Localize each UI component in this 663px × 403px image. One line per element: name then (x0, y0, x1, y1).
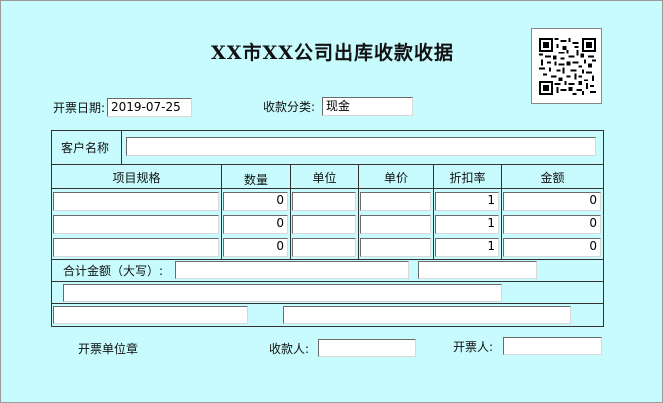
row2-price-field[interactable] (360, 215, 431, 234)
row1-spec-field[interactable] (53, 192, 219, 211)
row1-amount-field[interactable]: 0 (503, 192, 601, 211)
total-number-field[interactable] (418, 261, 537, 279)
column-header-price: 单价 (383, 171, 408, 185)
receipt-form: XX市XX公司出库收款收据 开票日期: 2019-07-25 收款分类: 现金 … (0, 0, 663, 403)
remark-field[interactable] (63, 284, 502, 302)
row1-price-field[interactable] (360, 192, 431, 211)
total-label: 合计金额（大写）: (63, 264, 164, 278)
table-border-bottom (51, 326, 604, 327)
column-header-qty: 数量 (243, 173, 268, 187)
row3-amount-field[interactable]: 0 (503, 238, 601, 257)
qr-code (531, 28, 602, 104)
extra-left-field[interactable] (53, 306, 248, 324)
table-line (51, 164, 604, 165)
stamp-label: 开票单位章 (78, 342, 139, 356)
date-field[interactable]: 2019-07-25 (107, 98, 192, 117)
row2-qty-field[interactable]: 0 (223, 215, 288, 234)
receiver-field[interactable] (318, 339, 416, 357)
extra-right-field[interactable] (283, 306, 571, 324)
date-label: 开票日期: (53, 101, 106, 115)
category-field[interactable]: 现金 (322, 97, 413, 116)
column-header-amount: 金额 (540, 171, 565, 185)
row3-price-field[interactable] (360, 238, 431, 257)
table-line (51, 303, 604, 304)
customer-label: 客户名称 (61, 141, 110, 155)
table-line (51, 281, 604, 282)
row2-discount-field[interactable]: 1 (435, 215, 499, 234)
total-words-field[interactable] (175, 261, 409, 279)
column-header-unit: 单位 (312, 171, 337, 185)
issuer-field[interactable] (503, 337, 602, 355)
table-line (51, 259, 604, 260)
row2-spec-field[interactable] (53, 215, 219, 234)
table-line (121, 130, 122, 164)
row3-qty-field[interactable]: 0 (223, 238, 288, 257)
table-border-top (51, 130, 604, 131)
row1-qty-field[interactable]: 0 (223, 192, 288, 211)
row1-unit-field[interactable] (292, 192, 356, 211)
issuer-label: 开票人: (453, 340, 494, 354)
receiver-label: 收款人: (269, 342, 310, 356)
column-header-spec: 项目规格 (112, 171, 161, 185)
customer-field[interactable] (126, 137, 596, 156)
category-label: 收款分类: (263, 100, 316, 114)
qr-code-icon (539, 38, 596, 95)
row3-spec-field[interactable] (53, 238, 219, 257)
row1-discount-field[interactable]: 1 (435, 192, 499, 211)
table-border-right (603, 130, 604, 327)
row3-discount-field[interactable]: 1 (435, 238, 499, 257)
row3-unit-field[interactable] (292, 238, 356, 257)
column-header-discount: 折扣率 (449, 171, 486, 185)
row2-amount-field[interactable]: 0 (503, 215, 601, 234)
table-border-left (51, 130, 52, 327)
row2-unit-field[interactable] (292, 215, 356, 234)
table-line (51, 188, 604, 189)
